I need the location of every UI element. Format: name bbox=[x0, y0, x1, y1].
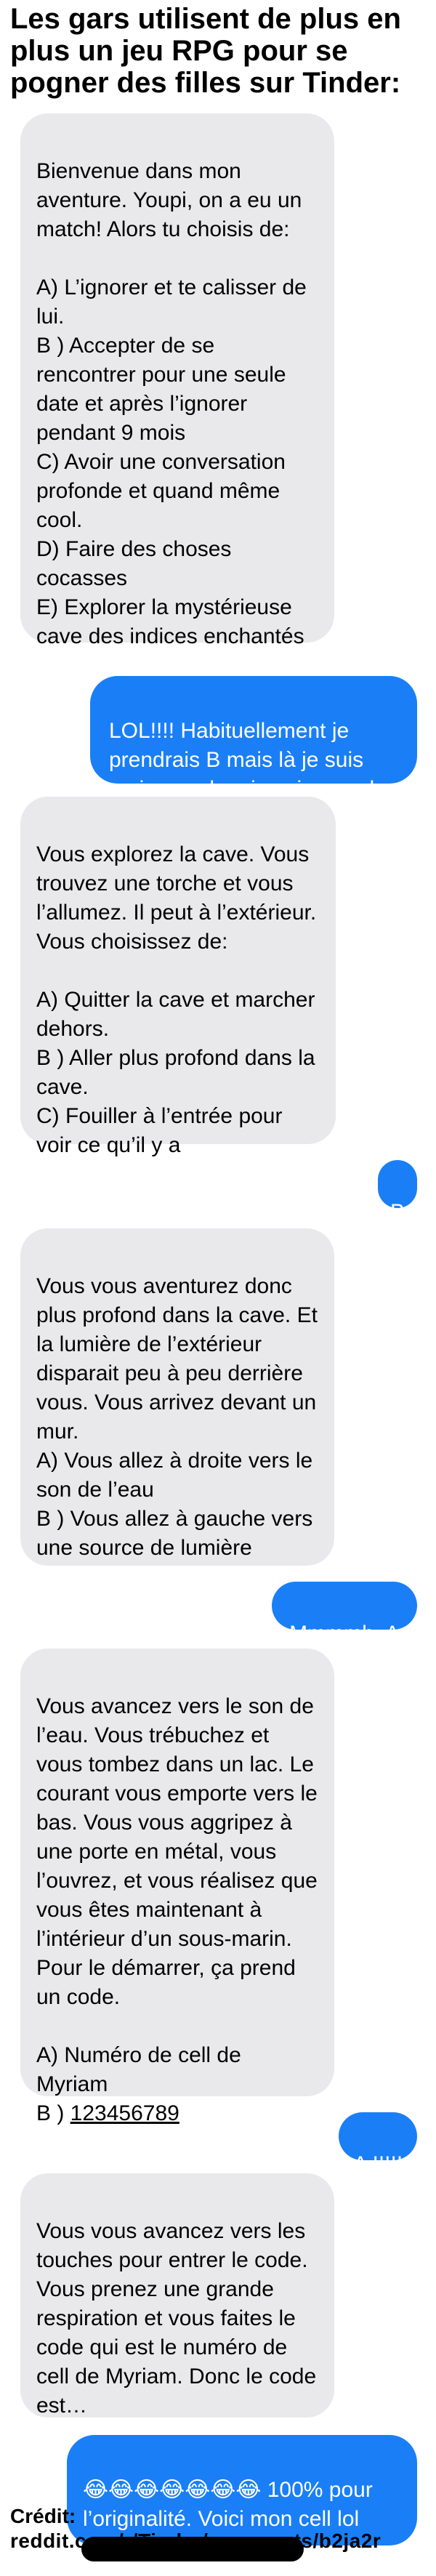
message-sent-4: A !!!!! bbox=[339, 2112, 417, 2176]
code-option-a: A) Numéro de cell de Myriam bbox=[36, 2043, 241, 2096]
credit-link[interactable]: reddit.com/r/Tinder/comments/b2ja2r bbox=[10, 2529, 381, 2553]
message-text: Vous avancez vers le son de l’eau. Vous … bbox=[36, 1694, 318, 2009]
code-option-b-prefix: B ) bbox=[36, 2101, 70, 2125]
message-received-1: Bienvenue dans mon aventure. Youpi, on a… bbox=[20, 113, 334, 648]
chat-thread: Bienvenue dans mon aventure. Youpi, on a… bbox=[0, 0, 436, 2576]
message-received-3: Vous vous aventurez donc plus profond da… bbox=[20, 1228, 334, 1566]
laughing-emoji-icon: 😂😂😂😂😂😂😂 bbox=[83, 2478, 262, 2502]
message-text: A !!!!! bbox=[352, 2152, 403, 2176]
message-options: A) L’ignorer et te calisser de lui. B ) … bbox=[36, 275, 307, 648]
message-received-4: Vous avancez vers le son de l’eau. Vous … bbox=[20, 1649, 334, 2125]
message-text: Vous vous avancez vers les touches pour … bbox=[36, 2219, 317, 2418]
message-sent-2: B bbox=[378, 1160, 417, 1224]
message-options: A) Quitter la cave et marcher dehors. B … bbox=[36, 988, 315, 1157]
message-text: Mmmmh. A bbox=[289, 1622, 400, 1646]
phone-number-link[interactable]: 123456789 bbox=[70, 2101, 179, 2125]
message-text: Vous explorez la cave. Vous trouvez une … bbox=[36, 842, 317, 954]
message-sent-1: LOL!!!! Habituellement je prendrais B ma… bbox=[90, 676, 417, 830]
message-sent-3: Mmmmh. A bbox=[272, 1582, 417, 1646]
credit-label: Crédit: bbox=[10, 2505, 76, 2527]
message-received-2: Vous explorez la cave. Vous trouvez une … bbox=[20, 797, 336, 1157]
message-received-5: Vous vous avancez vers les touches pour … bbox=[20, 2173, 334, 2418]
message-text: Vous vous aventurez donc plus profond da… bbox=[36, 1274, 318, 1560]
message-text: B bbox=[389, 1200, 405, 1224]
credit-footer: Crédit: reddit.com/r/Tinder/comments/b2j… bbox=[10, 2504, 381, 2553]
message-text: Bienvenue dans mon aventure. Youpi, on a… bbox=[36, 159, 302, 241]
